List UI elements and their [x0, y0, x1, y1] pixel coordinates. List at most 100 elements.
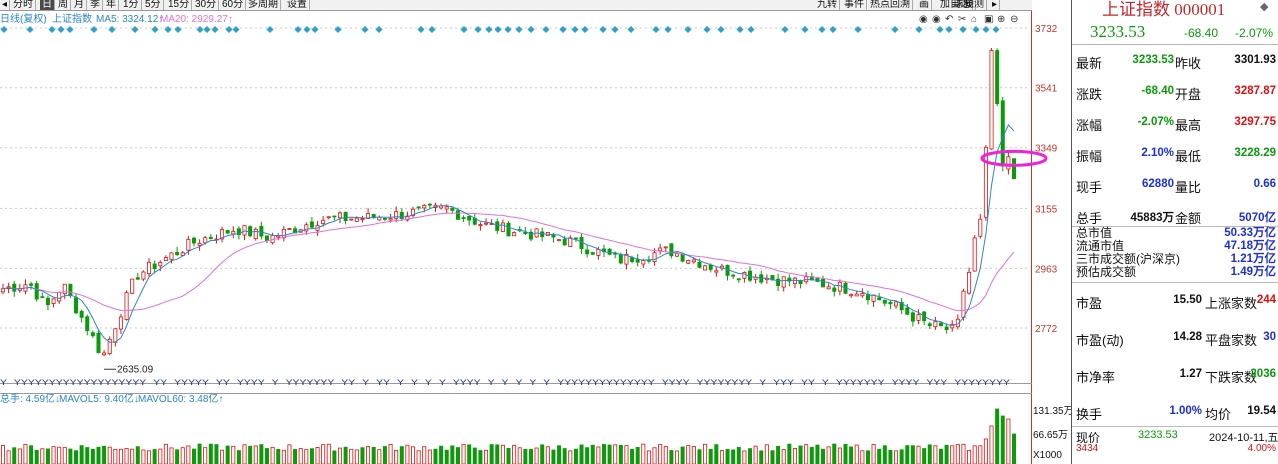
volume-bar [197, 443, 202, 464]
quote-label: 昨收 [1175, 56, 1202, 71]
volume-legend: 总手: 4.59亿↓MAVOL5: 9.40亿↓ MAVOL60: 3.48亿↑ [0, 392, 223, 405]
toolbar-right-item-0[interactable]: 九转 [815, 0, 840, 10]
toolbar-right-item-1[interactable]: 事件 [842, 0, 867, 10]
candle-body [849, 294, 854, 297]
volume-bar [573, 448, 578, 464]
candle-body [652, 252, 657, 262]
toolbar-item-12[interactable]: 多周期 [246, 0, 281, 10]
kline-chart[interactable]: 373235413349315529632772日线(复权) 上证指数 MA5: 3… [0, 11, 1071, 464]
candle-body [152, 263, 157, 269]
candle-body [669, 243, 674, 257]
toolbar-item-1[interactable]: 分时 [11, 0, 36, 10]
volume-bar [809, 446, 814, 464]
volume-bar [927, 444, 932, 464]
candle-body [40, 296, 45, 299]
volume-bar [680, 446, 685, 464]
volume-bar [922, 448, 927, 464]
candle-body [422, 204, 427, 209]
save-icon[interactable]: ▣ [984, 14, 993, 25]
toolbar-item-7[interactable]: 1分 [121, 0, 142, 10]
volume-bar [113, 448, 118, 464]
toolbar-item-3[interactable]: 周 [56, 0, 71, 10]
toolbar-item-13[interactable]: 设置 [285, 0, 310, 10]
volume-bar [764, 444, 769, 464]
volume-bar [675, 450, 680, 464]
candle-body [978, 218, 983, 237]
candle-body [967, 271, 972, 294]
toolbar-item-8[interactable]: 5分 [143, 0, 164, 10]
toolbar-item-5[interactable]: 季 [88, 0, 103, 10]
volume-bar [264, 448, 269, 464]
volume-bar [1012, 433, 1017, 464]
period-toolbar: ◂ 分时日周月季年 1分 5分 15分 30分 60分 多周期 设置 九转 事件 热点回溯画加自选 球线… [0, 0, 1032, 11]
volume-bar [849, 446, 854, 464]
candle-body [995, 50, 1000, 105]
volume-bar [528, 449, 533, 464]
candle-body [231, 230, 236, 235]
volume-bar [731, 449, 736, 464]
volume-bar [298, 448, 303, 464]
volume-bar [34, 449, 39, 464]
zoom-in-icon[interactable]: ⊕ [997, 14, 1005, 25]
eye-icon[interactable]: ◉ [932, 14, 941, 25]
volume-bar [478, 450, 483, 464]
toolbar-right-item-3[interactable]: 画 [917, 0, 932, 10]
toolbar-item-0[interactable]: ◂ [0, 0, 11, 10]
toolbar-item-2[interactable]: 日 [40, 0, 55, 10]
candle-body [641, 260, 646, 265]
volume-bar [770, 450, 775, 464]
volume-bar [152, 449, 157, 464]
lock-icon[interactable]: ⌂ [971, 14, 977, 25]
candle-body [118, 316, 123, 330]
volume-bar [326, 443, 331, 464]
volume-bar [843, 443, 848, 464]
chart-tools[interactable]: ◉ ◉ ↶ ✂ ⌂ ▣ ⊕ ⊖ [919, 14, 1018, 25]
volume-bar [371, 446, 376, 464]
volume-bar [23, 443, 28, 464]
candle-body [821, 279, 826, 288]
quote-label: 涨幅 [1076, 118, 1103, 133]
candle-body [382, 217, 387, 220]
quote-value: 0.66 [1253, 178, 1276, 190]
candle-body [635, 259, 640, 263]
stat-value: 1.27 [1179, 368, 1202, 380]
candle-body [68, 283, 73, 297]
candle-body [186, 239, 191, 251]
candle-body [203, 237, 208, 244]
volume-bar [304, 449, 309, 464]
volume-bar [130, 448, 135, 464]
toolbar-right-item-6[interactable]: 预测 [962, 0, 987, 10]
volume-bar [776, 445, 781, 464]
toolbar-item-4[interactable]: 月 [72, 0, 87, 10]
volume-bar [394, 449, 399, 464]
volume-bar [500, 444, 505, 464]
toolbar-right-item-7[interactable]: ▸ [990, 0, 1001, 10]
volume-bar [736, 447, 741, 464]
eye-icon[interactable]: ◉ [919, 14, 928, 25]
toolbar-item-11[interactable]: 60分 [220, 0, 247, 10]
candle-body [927, 323, 932, 327]
toolbar-item-10[interactable]: 30分 [193, 0, 220, 10]
candle-body [45, 297, 50, 305]
candle-body [79, 310, 84, 318]
scissors-icon[interactable]: ✂ [958, 14, 966, 25]
candle-body [1000, 100, 1005, 167]
toolbar-item-9[interactable]: 15分 [166, 0, 193, 10]
volume-bar [944, 444, 949, 464]
collapse-arrow-icon[interactable]: ◆ [1260, 0, 1268, 13]
market-value: 50.33万亿 [1224, 227, 1276, 239]
undo-icon[interactable]: ↶ [945, 14, 953, 25]
quote-label: 量比 [1175, 180, 1202, 195]
volume-bar [68, 448, 73, 464]
volume-bar [837, 447, 842, 464]
toolbar-item-6[interactable]: 年 [104, 0, 119, 10]
volume-bar [787, 443, 792, 464]
toolbar-right-item-2[interactable]: 热点回溯 [868, 0, 913, 10]
candle-body [29, 283, 34, 286]
volume-bar [686, 445, 691, 464]
price-axis-label: 3732 [1035, 24, 1058, 35]
zoom-out-icon[interactable]: ⊖ [1010, 14, 1018, 25]
candle-body [736, 278, 741, 281]
volume-bar [382, 446, 387, 464]
volume-bar [287, 444, 292, 464]
